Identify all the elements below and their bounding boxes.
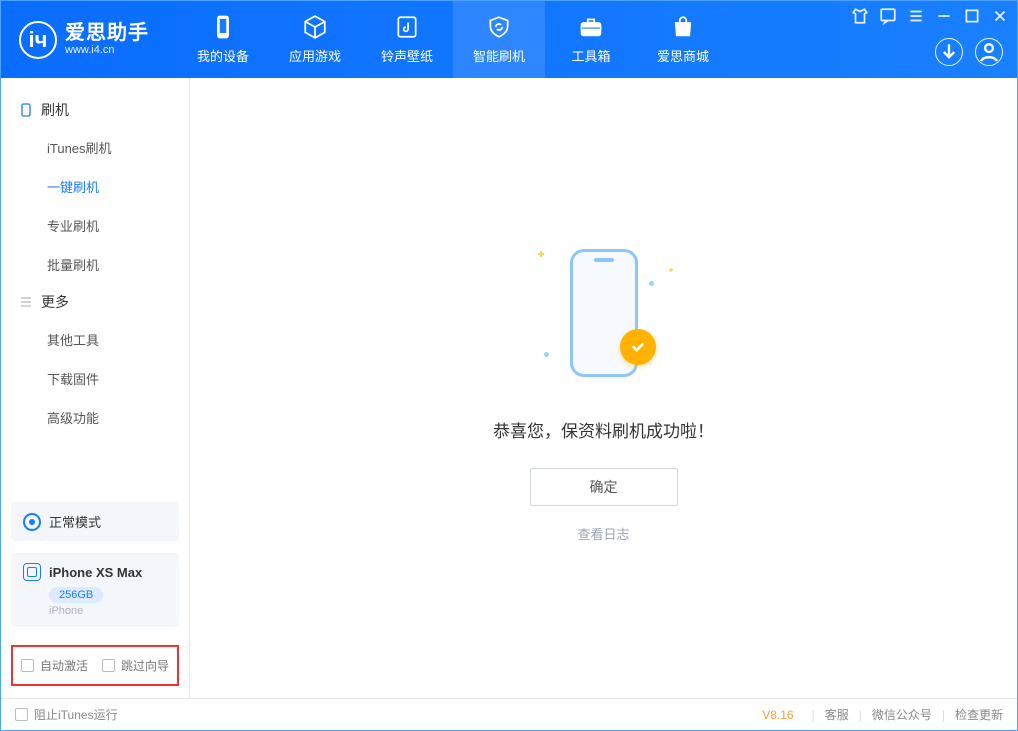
app-title: 爱思助手 (65, 22, 149, 44)
nav-label: 铃声壁纸 (381, 46, 433, 65)
device-type: iPhone (49, 605, 167, 617)
cube-icon (302, 14, 328, 40)
user-icon[interactable] (975, 38, 1003, 66)
checkbox-label: 跳过向导 (121, 657, 169, 674)
shopping-bag-icon (670, 14, 696, 40)
header-actions (935, 38, 1003, 66)
logo: iч 爱思助手 www.i4.cn (1, 21, 167, 59)
download-icon[interactable] (935, 38, 963, 66)
sidebar-item-other-tools[interactable]: 其他工具 (1, 320, 189, 359)
nav-my-device[interactable]: 我的设备 (177, 1, 269, 78)
flash-options-box: 自动激活 跳过向导 (11, 645, 179, 686)
logo-icon: iч (19, 21, 57, 59)
hamburger-icon (19, 295, 33, 309)
sidebar-item-download-fw[interactable]: 下载固件 (1, 359, 189, 398)
device-capacity: 256GB (49, 587, 103, 603)
refresh-shield-icon (486, 14, 512, 40)
nav-label: 我的设备 (197, 46, 249, 65)
close-icon[interactable] (991, 7, 1009, 25)
nav-flash[interactable]: 智能刷机 (453, 1, 545, 78)
nav-ringtones[interactable]: 铃声壁纸 (361, 1, 453, 78)
sidebar-item-batch-flash[interactable]: 批量刷机 (1, 245, 189, 284)
sidebar-group-title: 更多 (41, 292, 69, 312)
checkbox-icon (21, 659, 34, 672)
main-content: 恭喜您，保资料刷机成功啦！ 确定 查看日志 (190, 78, 1017, 698)
nav-toolbox[interactable]: 工具箱 (545, 1, 637, 78)
success-illustration (524, 233, 684, 393)
status-dot-icon (23, 513, 41, 531)
app-subtitle: www.i4.cn (65, 44, 149, 56)
status-label: 正常模式 (49, 512, 101, 531)
checkbox-auto-activate[interactable]: 自动激活 (21, 657, 88, 674)
sidebar-item-advanced[interactable]: 高级功能 (1, 398, 189, 437)
checkbox-block-itunes[interactable]: 阻止iTunes运行 (15, 706, 118, 723)
success-message: 恭喜您，保资料刷机成功啦！ (493, 417, 714, 442)
nav-label: 智能刷机 (473, 46, 525, 65)
feedback-icon[interactable] (879, 7, 897, 25)
nav-apps[interactable]: 应用游戏 (269, 1, 361, 78)
sidebar-item-oneclick-flash[interactable]: 一键刷机 (1, 167, 189, 206)
nav-store[interactable]: 爱思商城 (637, 1, 729, 78)
phone-outline-icon (19, 103, 33, 117)
sidebar-group-more: 更多 (1, 284, 189, 320)
sidebar-group-title: 刷机 (41, 100, 69, 120)
dot-icon (544, 352, 549, 357)
device-mode-status[interactable]: 正常模式 (11, 502, 179, 541)
main-nav: 我的设备 应用游戏 铃声壁纸 智能刷机 工具箱 爱思商城 (177, 1, 729, 78)
device-name: iPhone XS Max (49, 565, 142, 580)
footer-link-support[interactable]: 客服 (825, 706, 849, 723)
checkbox-icon (102, 659, 115, 672)
status-bar: 阻止iTunes运行 V8.16 | 客服 | 微信公众号 | 检查更新 (1, 698, 1017, 730)
sidebar-item-itunes-flash[interactable]: iTunes刷机 (1, 128, 189, 167)
nav-label: 应用游戏 (289, 46, 341, 65)
menu-icon[interactable] (907, 7, 925, 25)
toolbox-icon (578, 14, 604, 40)
maximize-icon[interactable] (963, 7, 981, 25)
sidebar-item-pro-flash[interactable]: 专业刷机 (1, 206, 189, 245)
checkmark-badge-icon (620, 329, 656, 365)
skin-icon[interactable] (851, 7, 869, 25)
sidebar-group-flash: 刷机 (1, 92, 189, 128)
sparkle-icon (538, 251, 544, 257)
window-controls (851, 7, 1009, 25)
checkbox-label: 阻止iTunes运行 (34, 706, 118, 723)
device-icon (23, 563, 41, 581)
sparkle-icon (668, 268, 672, 272)
dot-icon (649, 281, 654, 286)
version-label: V8.16 (762, 708, 793, 722)
phone-icon (210, 14, 236, 40)
connected-device-card[interactable]: iPhone XS Max 256GB iPhone (11, 553, 179, 627)
ok-button[interactable]: 确定 (530, 468, 678, 506)
footer-link-update[interactable]: 检查更新 (955, 706, 1003, 723)
checkbox-icon (15, 708, 28, 721)
app-header: iч 爱思助手 www.i4.cn 我的设备 应用游戏 铃声壁纸 智能刷机 工具… (1, 1, 1017, 78)
music-note-icon (394, 14, 420, 40)
nav-label: 工具箱 (571, 46, 610, 65)
view-log-link[interactable]: 查看日志 (577, 524, 629, 543)
checkbox-skip-guide[interactable]: 跳过向导 (102, 657, 169, 674)
sidebar: 刷机 iTunes刷机 一键刷机 专业刷机 批量刷机 更多 其他工具 下载固件 … (1, 78, 190, 698)
nav-label: 爱思商城 (657, 46, 709, 65)
checkbox-label: 自动激活 (40, 657, 88, 674)
footer-link-wechat[interactable]: 微信公众号 (872, 706, 932, 723)
minimize-icon[interactable] (935, 7, 953, 25)
